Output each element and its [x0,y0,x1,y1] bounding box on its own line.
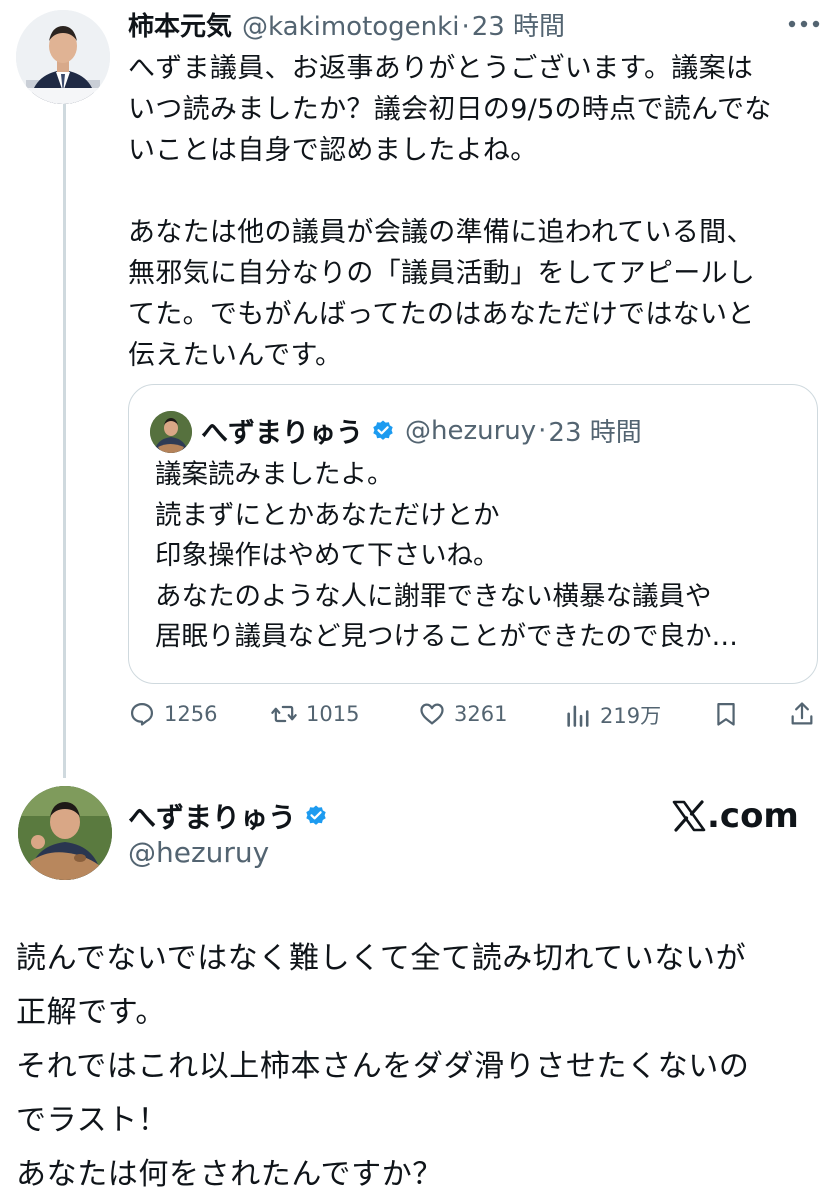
tweet1-text-line [128,171,818,212]
views-count: 219万 [600,704,662,728]
tweet1-handle[interactable]: @kakimotogenki [242,12,459,42]
tweet1-time-separator: · [461,12,470,42]
quoted-author-name: へずまりゅう [201,418,363,449]
quoted-text-line: 読まずにとかあなただけとか [155,499,500,531]
tweet1-timestamp[interactable]: 23 時間 [472,6,565,43]
tweet1-text-line: いつ読みましたか？議会初日の9/5の時点で読んでな [128,94,772,125]
quoted-text-line: あなたのような人に謝罪できない横暴な議員や [155,580,712,612]
tweet2-author-name[interactable]: へずまりゅう [128,796,296,836]
verified-badge-icon [373,420,393,440]
quoted-handle: @hezuruy [405,415,537,446]
bookmark-icon [717,702,735,726]
like-count: 3261 [454,702,508,726]
tweet2-name-row: へずまりゅう [128,796,328,836]
quoted-text-line: 議案読みましたよ。 [155,459,394,490]
bookmark-button[interactable] [712,700,748,728]
tweet1-action-bar: 1256 1015 3261 219万 [128,700,818,740]
x-com-logo: .com [672,796,799,836]
repost-icon [271,705,297,723]
tweet1-text-line: へずま議員、お返事ありがとうございます。議案は [128,53,754,84]
like-button[interactable]: 3261 [418,700,507,728]
quoted-tweet-header: へずまりゅう @hezuruy · 23 時間 [201,411,642,450]
quoted-tweet-card[interactable]: へずまりゅう @hezuruy · 23 時間 議案読みましたよ。 読まずにとか… [128,384,818,684]
tweet1-text: へずま議員、お返事ありがとうございます。議案は いつ読みましたか？議会初日の9/… [128,48,818,376]
thread-connector-line [63,96,66,778]
avatar-hezuruy-image [18,786,112,880]
share-button[interactable] [788,700,824,728]
quoted-timestamp: 23 時間 [548,418,642,448]
more-dots-icon[interactable] [786,12,822,36]
avatar-hezuruy[interactable] [18,786,112,880]
quoted-tweet-text: 議案読みましたよ。 読まずにとかあなただけとか 印象操作はやめて下さいね。 あな… [155,455,738,658]
repost-button[interactable]: 1015 [270,700,359,728]
views-bar-chart-icon [567,705,589,727]
repost-count: 1015 [306,702,360,726]
tweet2-handle[interactable]: @hezuruy [128,836,269,869]
tweet2-text-line: でラスト！ [16,1103,169,1138]
quoted-text-line: 居眠り議員など見つけることができたので良か… [155,621,738,652]
tweet1-text-line: 無邪気に自分なりの「議員活動」をしてアピールし [128,258,756,289]
avatar-kakimoto[interactable] [16,10,110,104]
tweet2-text-line: 正解です。 [16,995,166,1030]
share-icon [791,702,813,725]
tweet2-text-line: それではこれ以上柿本さんをダダ滑りさせたくないの [16,1049,750,1084]
tweet1-header: 柿本元気 @kakimotogenki · 23 時間 [128,6,565,46]
tweet2-text-line: 読んでないではなく難しくて全て読み切れていないが [16,941,747,976]
tweet1-text-line: いことは自身で認めましたよね。 [128,135,538,166]
views-button[interactable]: 219万 [564,700,661,730]
tweet1-text-line: あなたは他の議員が会議の準備に追われている間、 [128,217,754,248]
tweet1-text-line: てた。でもがんばってたのはあなただけではないと [128,299,755,330]
tweet1-text-line: 伝えたいんです。 [128,340,343,371]
reply-icon [130,702,154,726]
quoted-avatar-image [150,411,192,453]
reply-count: 1256 [164,702,218,726]
x-logo-icon [672,800,706,832]
tweet2-text: 読んでないではなく難しくて全て読み切れていないが 正解です。 それではこれ以上柿… [16,932,750,1202]
quoted-avatar-hezuruy [150,411,192,453]
heart-icon [420,703,444,725]
reply-button[interactable]: 1256 [128,700,217,728]
avatar-kakimoto-image [16,10,110,104]
quoted-time-separator: · [538,415,547,446]
tweet2-text-line: あなたは何をされたんですか？ [16,1157,443,1192]
x-com-text: .com [707,796,799,836]
quoted-text-line: 印象操作はやめて下さいね。 [155,540,500,571]
verified-badge-icon [306,805,326,825]
tweet1-author-name[interactable]: 柿本元気 [128,6,232,43]
